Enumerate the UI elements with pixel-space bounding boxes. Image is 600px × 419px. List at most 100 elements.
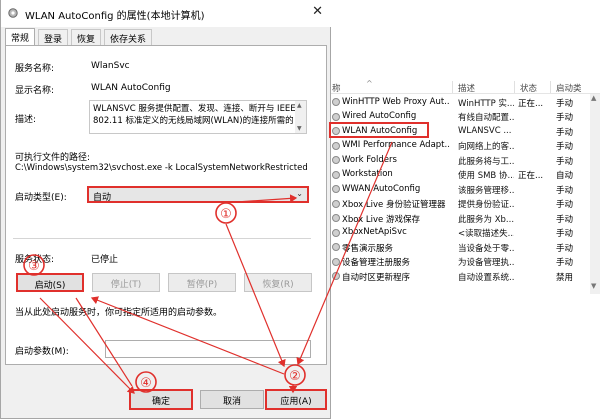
service-name: XboxNetApiSvc [342,227,407,237]
column-header-startup[interactable]: 启动类 [556,82,582,94]
exe-path-value: C:\Windows\system32\svchost.exe -k Local… [15,163,308,173]
service-row[interactable]: WWAN AutoConfig 该服务管理移... 手动 [328,182,600,196]
service-gear-icon [331,271,340,280]
service-name: 设备管理注册服务 [342,258,411,268]
service-description: 该服务管理移... [458,185,514,196]
divider [13,238,311,239]
service-name: 自动时区更新程序 [342,272,411,283]
pause-button[interactable]: 暂停(P) [168,273,236,292]
service-gear-icon [331,155,340,164]
scroll-up-icon[interactable]: ▲ [591,94,596,102]
startup-type-label: 启动类型(E): [15,193,67,203]
description-text: WLANSVC 服务提供配置、发现、连接、断开与 IEEE 802.11 标准定… [89,100,307,134]
service-name: Workstation [342,169,393,179]
service-description: 当设备处于零... [458,243,514,254]
resume-button[interactable]: 恢复(R) [244,273,312,292]
service-row[interactable]: Xbox Live 身份验证管理器 提供身份验证... 手动 [328,197,600,211]
display-name-value: WLAN AutoConfig [91,83,171,93]
service-status: 正在... [518,171,544,181]
column-header-status[interactable]: 状态 [520,82,537,94]
service-gear-icon [331,213,340,222]
service-description: 有线自动配置... [458,113,514,123]
service-description: 使用 SMB 协... [458,171,514,181]
service-row[interactable]: XboxNetApiSvc <读取描述失... 手动 [328,226,600,240]
scroll-down-icon[interactable]: ▼ [591,282,596,290]
scroll-down-icon[interactable]: ▼ [297,125,302,132]
scroll-up-icon[interactable]: ▲ [297,102,302,109]
description-scrollbar[interactable]: ▲ ▼ [295,101,306,133]
description-label: 描述: [15,115,37,125]
service-description: 为设备管理执... [458,258,514,268]
service-name-label: 服务名称: [15,64,55,74]
service-gear-icon [331,228,340,237]
service-description: 此服务为 Xb... [458,214,514,225]
tab-recovery[interactable]: 恢复 [71,29,102,45]
exe-path-label: 可执行文件的路径: [15,153,91,163]
service-row[interactable]: 零售演示服务 当设备处于零... 手动 [328,240,600,254]
tab-dependencies[interactable]: 依存关系 [104,29,153,45]
close-icon[interactable]: ✕ [312,4,323,19]
column-header-name[interactable]: 称 [332,82,341,94]
services-toolbar-area [320,0,600,30]
cancel-button[interactable]: 取消 [200,390,264,409]
service-gear-icon [331,184,340,193]
services-window: 称 ^ 描述 状态 启动类 WinHTTP Web Proxy Aut... Wi… [320,0,600,419]
service-row[interactable]: Work Folders 此服务将与工... 手动 [328,153,600,167]
start-params-input[interactable] [105,340,311,358]
tab-general[interactable]: 常规 [5,28,36,45]
service-name: 零售演示服务 [342,243,394,254]
tab-logon[interactable]: 登录 [38,29,69,45]
service-description: WinHTTP 实... [458,98,514,109]
service-gear-icon [331,242,340,251]
startup-type-value: 自动 [93,193,112,203]
start-params-hint: 当从此处启动服务时，你可指定所适用的启动参数。 [15,308,223,318]
sort-up-icon: ^ [366,79,373,88]
service-status: 正在... [518,98,544,109]
startup-type-select[interactable]: 自动 ⌄ [87,186,309,203]
service-description: <读取描述失... [458,229,514,239]
dialog-titlebar[interactable]: WLAN AutoConfig 的属性(本地计算机) ✕ [1,0,331,27]
service-name: WinHTTP Web Proxy Aut... [342,96,450,107]
service-gear-icon [8,8,18,18]
service-name: WMI Performance Adapt... [342,140,450,150]
start-button[interactable]: 启动(S) [16,273,84,292]
properties-dialog: WLAN AutoConfig 的属性(本地计算机) ✕ 常规 登录 恢复 依存… [0,0,331,419]
service-status-value: 已停止 [91,255,119,265]
service-gear-icon [331,97,340,106]
service-gear-icon [331,199,340,208]
services-scrollbar[interactable]: ▲ ▼ [590,94,600,294]
service-description: WLANSVC ... [458,125,512,136]
service-gear-icon [331,170,340,179]
apply-button[interactable]: 应用(A) [265,389,327,410]
service-row[interactable]: WMI Performance Adapt... 向网络上的客... 手动 [328,139,600,153]
service-name: Work Folders [342,154,397,165]
column-header-description[interactable]: 描述 [458,82,475,94]
service-gear-icon [331,141,340,150]
chevron-down-icon: ⌄ [296,189,303,198]
start-params-label: 启动参数(M): [15,347,69,357]
service-name-value: WlanSvc [91,61,130,71]
service-name: WWAN AutoConfig [342,183,421,194]
service-description: 此服务将与工... [458,156,514,167]
services-bottom-area [328,306,600,419]
services-list-header: 称 ^ 描述 状态 启动类 [328,79,600,94]
selected-service-highlight [329,122,429,138]
service-row[interactable]: Xbox Live 游戏保存 此服务为 Xb... 手动 [328,211,600,225]
service-row[interactable]: 设备管理注册服务 为设备管理执... 手动 [328,255,600,269]
service-name: Wired AutoConfig [342,111,417,121]
display-name-label: 显示名称: [15,86,55,96]
service-description: 向网络上的客... [458,142,514,152]
service-row[interactable]: 自动时区更新程序 自动设置系统... 禁用 [328,269,600,283]
service-status-label: 服务状态: [15,255,55,265]
dialog-title: WLAN AutoConfig 的属性(本地计算机) [25,11,205,22]
service-name: Xbox Live 身份验证管理器 [342,200,446,210]
service-gear-icon [331,112,340,121]
ok-button[interactable]: 确定 [129,389,193,410]
service-description: 提供身份验证... [458,200,514,210]
service-name: Xbox Live 游戏保存 [342,214,420,225]
stop-button[interactable]: 停止(T) [92,273,160,292]
service-row[interactable]: WinHTTP Web Proxy Aut... WinHTTP 实... 正在..… [328,95,600,109]
service-description: 自动设置系统... [458,272,514,283]
service-row[interactable]: Workstation 使用 SMB 协... 正在... 自动 [328,168,600,182]
service-gear-icon [331,257,340,266]
